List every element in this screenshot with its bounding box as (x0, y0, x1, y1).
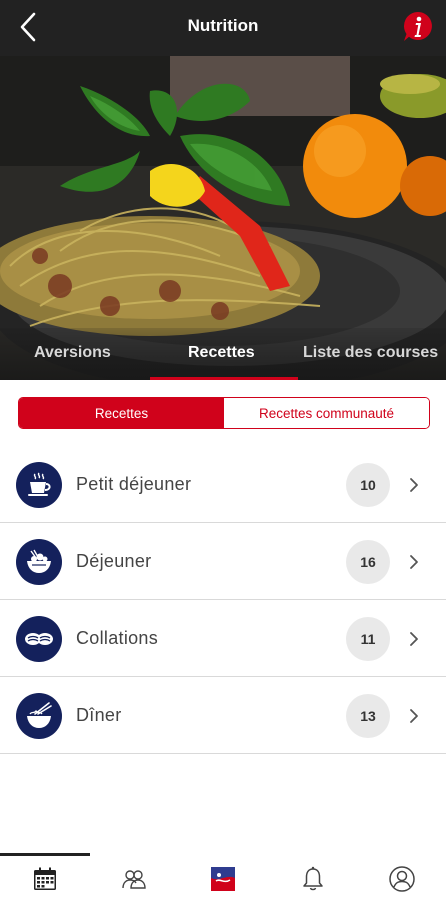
category-label: Petit déjeuner (76, 474, 192, 494)
count-badge: 16 (346, 540, 390, 584)
coffee-cup-icon (16, 462, 62, 508)
category-list: Petit déjeuner 10 Déjeuner 16 Collations… (0, 446, 446, 754)
count-badge: 10 (346, 463, 390, 507)
tab-liste-des-courses[interactable]: Liste des courses (303, 344, 438, 362)
noodle-bowl-icon (16, 693, 62, 739)
list-item-dejeuner[interactable]: Déjeuner 16 (0, 523, 446, 600)
segment-recettes[interactable]: Recettes (19, 398, 224, 428)
top-bar: Nutrition (0, 0, 446, 56)
page-title: Nutrition (187, 16, 259, 35)
tab-recettes[interactable]: Recettes (188, 344, 255, 362)
section-tabs: Aversions Recettes Liste des courses (0, 328, 446, 380)
chevron-right-icon (410, 632, 418, 646)
lunch-bowl-icon (16, 539, 62, 585)
app-logo-icon[interactable] (209, 865, 237, 893)
tab-aversions[interactable]: Aversions (34, 344, 111, 362)
segment-recettes-communaute[interactable]: Recettes communauté (224, 398, 429, 428)
profile-icon[interactable] (388, 865, 416, 893)
info-icon (403, 11, 432, 41)
active-tab-indicator (150, 377, 298, 380)
list-item-collations[interactable]: Collations 11 (0, 600, 446, 677)
category-label: Collations (76, 628, 159, 648)
chevron-right-icon (410, 478, 418, 492)
category-label: Dîner (76, 705, 122, 725)
info-button[interactable] (402, 10, 434, 44)
count-badge: 13 (346, 694, 390, 738)
community-icon[interactable] (120, 865, 148, 893)
count-badge: 11 (346, 617, 390, 661)
list-item-petit-dejeuner[interactable]: Petit déjeuner 10 (0, 446, 446, 523)
bell-icon[interactable] (299, 865, 327, 893)
bottom-navigation (0, 853, 446, 900)
chevron-right-icon (410, 709, 418, 723)
snack-cookies-icon (16, 616, 62, 662)
calendar-icon[interactable] (31, 865, 59, 893)
nav-active-indicator (0, 853, 90, 856)
category-label: Déjeuner (76, 551, 152, 571)
chevron-right-icon (410, 555, 418, 569)
hero-image: Aversions Recettes Liste des courses (0, 56, 446, 380)
recipe-source-segment: Recettes Recettes communauté (18, 397, 430, 429)
list-item-diner[interactable]: Dîner 13 (0, 677, 446, 754)
